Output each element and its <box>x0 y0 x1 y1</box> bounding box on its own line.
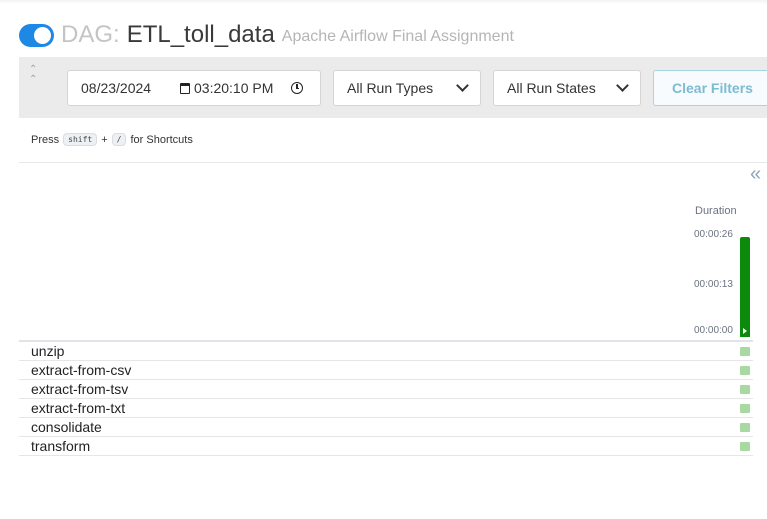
task-row[interactable]: extract-from-csv <box>19 361 753 380</box>
task-instance-cell[interactable] <box>740 366 750 375</box>
slash-key: / <box>111 133 127 146</box>
chevron-down-icon <box>616 78 629 92</box>
task-instance-cell[interactable] <box>740 347 750 356</box>
toggle-knob <box>34 26 51 44</box>
duration-tick: 00:00:26 <box>694 229 733 240</box>
task-row[interactable]: consolidate <box>19 418 753 437</box>
run-state-value: All Run States <box>507 80 596 96</box>
run-state-select[interactable]: All Run States <box>493 70 641 106</box>
task-row[interactable]: extract-from-txt <box>19 399 753 418</box>
divider <box>19 162 767 163</box>
dag-description: Apache Airflow Final Assignment <box>281 28 514 45</box>
task-row[interactable]: transform <box>19 437 753 456</box>
pause-toggle[interactable] <box>19 23 54 47</box>
task-row[interactable]: extract-from-tsv <box>19 380 753 399</box>
task-row[interactable]: unzip <box>19 342 753 361</box>
task-name[interactable]: extract-from-txt <box>19 400 125 416</box>
shortcuts-press: Press <box>31 133 60 146</box>
duration-label: Duration <box>695 205 737 217</box>
play-icon <box>743 328 747 334</box>
time-value: 03:20:10 PM <box>194 80 274 96</box>
task-list: unzip extract-from-csv extract-from-tsv ext… <box>19 342 753 456</box>
task-name[interactable]: transform <box>19 438 90 454</box>
task-name[interactable]: consolidate <box>19 419 102 435</box>
chevron-down-icon <box>456 78 469 92</box>
collapse-up-icon[interactable]: ⌃ ⌃ <box>29 65 37 85</box>
calendar-icon[interactable] <box>180 82 190 94</box>
base-date-input[interactable]: 08/23/2024 03:20:10 PM <box>67 70 321 106</box>
task-name[interactable]: unzip <box>19 343 64 359</box>
dag-run-duration-bar[interactable] <box>740 237 750 337</box>
dag-prefix: DAG: <box>61 21 120 48</box>
task-instance-cell[interactable] <box>740 385 750 394</box>
run-type-value: All Run Types <box>347 80 434 96</box>
shortcuts-hint: Press shift + / for Shortcuts <box>31 133 193 146</box>
filter-bar: ⌃ ⌃ 08/23/2024 03:20:10 PM All Run Types … <box>19 57 767 118</box>
task-name[interactable]: extract-from-tsv <box>19 381 128 397</box>
duration-tick: 00:00:13 <box>694 279 733 290</box>
top-shade <box>0 0 767 4</box>
clear-filters-button[interactable]: Clear Filters <box>653 70 767 106</box>
shortcuts-plus: + <box>101 133 108 146</box>
shortcuts-suffix: for Shortcuts <box>130 133 193 146</box>
task-name[interactable]: extract-from-csv <box>19 362 131 378</box>
collapse-details-icon[interactable]: « <box>750 164 761 184</box>
task-instance-cell[interactable] <box>740 404 750 413</box>
run-type-select[interactable]: All Run Types <box>333 70 481 106</box>
clock-icon[interactable] <box>291 82 303 94</box>
dag-header: DAG: ETL_toll_data Apache Airflow Final … <box>19 18 514 52</box>
date-value: 08/23/2024 <box>81 80 152 96</box>
task-instance-cell[interactable] <box>740 442 750 451</box>
dag-title: ETL_toll_data <box>126 21 275 48</box>
task-instance-cell[interactable] <box>740 423 750 432</box>
shift-key: shift <box>63 133 98 146</box>
duration-tick: 00:00:00 <box>694 325 733 336</box>
